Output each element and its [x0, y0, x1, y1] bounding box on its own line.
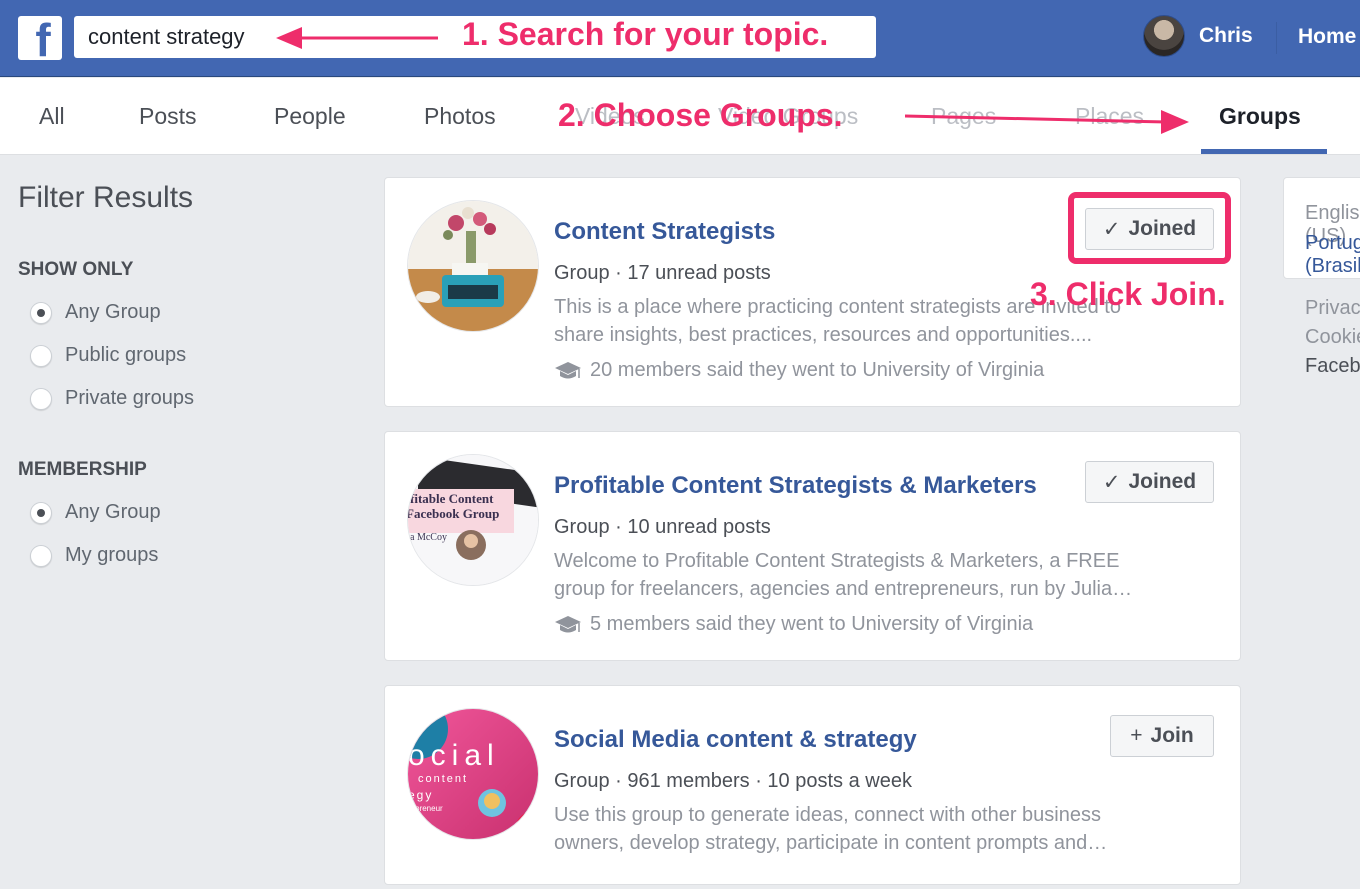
annotation-step-3: 3. Click Join.	[1030, 276, 1226, 312]
filter-private-groups[interactable]: Private groups	[30, 387, 194, 410]
group-meta: Group · 17 unread posts	[554, 262, 771, 284]
user-profile-link[interactable]: Chris	[1143, 15, 1253, 57]
button-label: Joined	[1128, 470, 1197, 493]
annotation-arrow-right-icon	[905, 110, 1189, 134]
checkmark-icon: ✓	[1102, 470, 1121, 494]
group-description: Welcome to Profitable Content Strategist…	[554, 550, 1133, 600]
show-only-heading: SHOW ONLY	[18, 259, 134, 280]
footer-link-cookies[interactable]: Cookies	[1305, 326, 1360, 349]
thumb-text: Facebook Group	[408, 506, 499, 521]
radio-label: Any Group	[65, 501, 161, 523]
language-selector: English (US) Português (Brasil)	[1283, 177, 1360, 279]
group-title-link[interactable]: Content Strategists	[554, 218, 775, 246]
joined-button[interactable]: ✓ Joined	[1085, 461, 1214, 503]
group-education-note: 20 members said they went to University …	[554, 359, 1044, 382]
group-education-note: 5 members said they went to University o…	[554, 613, 1033, 636]
education-text: 20 members said they went to University …	[590, 359, 1045, 381]
thumb-text: fitable Content	[410, 491, 494, 506]
nav-divider	[1276, 22, 1277, 54]
tab-people[interactable]: People	[274, 103, 346, 130]
top-bar: f 1. Search for your topic. Chris Home	[0, 0, 1360, 77]
radio-button[interactable]	[30, 544, 52, 567]
thumb-text: ocial	[408, 739, 500, 772]
active-tab-indicator	[1201, 149, 1327, 154]
radio-label: My groups	[65, 544, 159, 566]
membership-heading: MEMBERSHIP	[18, 459, 147, 480]
graduation-cap-icon	[555, 361, 581, 378]
social-media-image-icon: ocial content egy repreneur	[408, 709, 538, 839]
group-meta: Group · 961 members · 10 posts a week	[554, 770, 912, 792]
group-thumbnail[interactable]: ocial content egy repreneur	[407, 708, 539, 840]
membership-any-group[interactable]: Any Group	[30, 501, 161, 524]
radio-button[interactable]	[30, 501, 52, 524]
filter-results-heading: Filter Results	[18, 181, 194, 214]
profitable-content-image-icon: fitable Content Facebook Group a McCoy	[408, 455, 538, 585]
radio-label: Any Group	[65, 301, 161, 323]
home-link[interactable]: Home	[1298, 25, 1356, 49]
plus-icon: +	[1130, 724, 1143, 747]
group-title-link[interactable]: Social Media content & strategy	[554, 726, 917, 754]
radio-button[interactable]	[30, 387, 52, 410]
filter-any-group[interactable]: Any Group	[30, 301, 161, 324]
annotation-step-1: 1. Search for your topic.	[462, 16, 829, 52]
facebook-logo-icon[interactable]: f	[18, 16, 62, 60]
radio-label: Public groups	[65, 344, 187, 366]
language-link[interactable]: Português (Brasil)	[1305, 232, 1360, 278]
thumb-text: egy	[408, 788, 433, 802]
footer-copyright: Facebook	[1305, 355, 1360, 377]
group-meta: Group · 10 unread posts	[554, 516, 771, 538]
group-thumbnail[interactable]: fitable Content Facebook Group a McCoy	[407, 454, 539, 586]
membership-my-groups[interactable]: My groups	[30, 544, 158, 567]
footer-link-privacy[interactable]: Privacy	[1305, 297, 1360, 320]
tab-photos[interactable]: Photos	[424, 103, 496, 130]
radio-label: Private groups	[65, 387, 194, 409]
education-text: 5 members said they went to University o…	[590, 613, 1034, 635]
group-thumbnail[interactable]	[407, 200, 539, 332]
button-label: Join	[1150, 724, 1194, 747]
radio-button[interactable]	[30, 301, 52, 324]
search-input[interactable]	[88, 22, 288, 52]
annotation-highlight-box	[1068, 192, 1231, 264]
group-description: Use this group to generate ideas, connec…	[554, 804, 1108, 854]
filter-public-groups[interactable]: Public groups	[30, 344, 186, 367]
user-name: Chris	[1199, 24, 1253, 47]
radio-button[interactable]	[30, 344, 52, 367]
annotation-step-2: 2. Choose Groups.	[558, 97, 843, 133]
annotation-arrow-left-icon	[276, 27, 438, 49]
thumb-text: repreneur	[408, 804, 443, 813]
tab-all[interactable]: All	[39, 103, 65, 130]
user-avatar	[1143, 15, 1185, 57]
tab-posts[interactable]: Posts	[139, 103, 197, 130]
typewriter-image-icon	[408, 201, 538, 331]
group-title-link[interactable]: Profitable Content Strategists & Markete…	[554, 472, 1037, 500]
thumb-text: a McCoy	[410, 532, 447, 543]
tab-groups[interactable]: Groups	[1219, 103, 1301, 130]
graduation-cap-icon	[555, 615, 581, 632]
thumb-text: content	[418, 773, 468, 785]
join-button[interactable]: + Join	[1110, 715, 1214, 757]
